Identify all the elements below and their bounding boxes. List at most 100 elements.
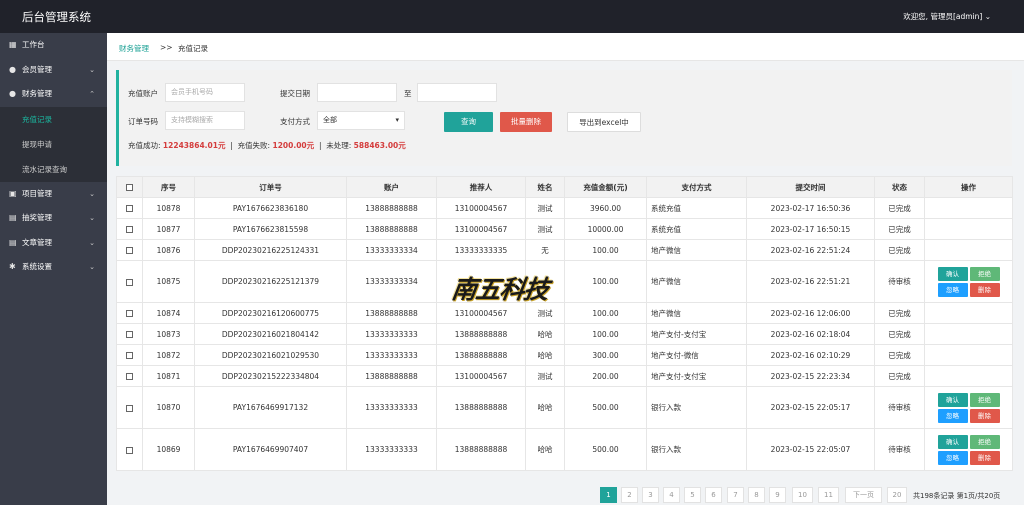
watermark-logo: 南五科技 [449, 275, 550, 304]
row-select-cell[interactable] [116, 428, 143, 471]
cell-time: 2023-02-17 16:50:36 [746, 197, 875, 219]
sidebar-item[interactable]: ▦ 工作台 [0, 33, 107, 58]
query-button[interactable]: 查询 [444, 112, 493, 132]
table-row: 10877 PAY1676623815598 13888888888 13100004… [116, 218, 1013, 240]
row-select-cell[interactable] [116, 386, 143, 429]
breadcrumb: 财务管理 >> 充值记录 [107, 33, 1024, 61]
cell-id: 10873 [142, 323, 195, 345]
cell-account: 13333333333 [346, 428, 437, 471]
cell-account: 13333333333 [346, 386, 437, 429]
ignore-button[interactable]: 忽略 [937, 282, 968, 297]
lottery-icon: ▤ [9, 213, 17, 222]
cell-time: 2023-02-16 02:10:29 [746, 344, 875, 366]
row-checkbox[interactable] [126, 331, 133, 338]
row-select-cell[interactable] [116, 197, 143, 219]
cell-amount: 200.00 [564, 365, 647, 387]
reject-button[interactable]: 拒绝 [969, 392, 1000, 407]
confirm-button[interactable]: 确认 [937, 392, 968, 407]
order-input[interactable]: 支持模糊搜索 [165, 111, 245, 130]
ignore-button[interactable]: 忽略 [937, 408, 968, 423]
row-select-cell[interactable] [116, 365, 143, 387]
member-icon: ● [9, 64, 16, 74]
sidebar-subitem[interactable]: 提现申请 [0, 132, 107, 157]
page-button[interactable]: 3 [642, 487, 659, 503]
cell-actions: 确认 拒绝 忽略 删除 [924, 260, 1013, 303]
row-select-cell[interactable] [116, 260, 143, 303]
page-button[interactable]: 10 [792, 487, 813, 503]
sidebar-item[interactable]: ▣ 项目管理 ⌄ [0, 182, 107, 207]
cell-method: 银行入款 [646, 386, 747, 429]
export-excel-button[interactable]: 导出到excel中 [567, 112, 641, 132]
select-all-checkbox[interactable] [126, 184, 133, 191]
user-menu[interactable]: 欢迎您, 管理员[admin] ⌄ [903, 11, 991, 22]
sidebar-item[interactable]: ▤ 抽奖管理 ⌄ [0, 206, 107, 231]
page-button[interactable]: 5 [684, 487, 701, 503]
row-select-cell[interactable] [116, 218, 143, 240]
cell-account: 13888888888 [346, 218, 437, 240]
sidebar-item[interactable]: ✱ 系统设置 ⌄ [0, 255, 107, 280]
reject-button[interactable]: 拒绝 [969, 266, 1000, 281]
row-checkbox[interactable] [126, 310, 133, 317]
sidebar-item[interactable]: ● 会员管理 ⌄ [0, 58, 107, 83]
delete-button[interactable]: 删除 [969, 408, 1000, 423]
row-select-cell[interactable] [116, 344, 143, 366]
date-to-input[interactable] [417, 83, 497, 102]
sidebar-subitem[interactable]: 流水记录查询 [0, 157, 107, 182]
row-checkbox[interactable] [126, 373, 133, 380]
dashboard-icon: ▦ [9, 40, 17, 49]
fail-value: 1200.00元 [272, 141, 315, 150]
cell-referrer: 13888888888 [436, 323, 526, 345]
confirm-button[interactable]: 确认 [937, 434, 968, 449]
row-checkbox[interactable] [126, 278, 133, 286]
select-all-header[interactable] [116, 176, 143, 198]
last-page-button[interactable]: 20 [887, 487, 907, 503]
table-row: 10872 DDP20230216021029530 13333333333 1388… [116, 344, 1013, 366]
page-button[interactable]: 7 [727, 487, 744, 503]
breadcrumb-parent[interactable]: 财务管理 [119, 43, 149, 54]
batch-delete-button[interactable]: 批量删除 [500, 112, 552, 132]
sidebar-item[interactable]: ▤ 文章管理 ⌄ [0, 231, 107, 256]
cell-actions [924, 197, 1013, 219]
row-select-cell[interactable] [116, 323, 143, 345]
page-button[interactable]: 8 [748, 487, 765, 503]
page-button[interactable]: 9 [769, 487, 786, 503]
confirm-button[interactable]: 确认 [937, 266, 968, 281]
table-row: 10875 DDP20230216225121379 13333333334 100.… [116, 260, 1013, 303]
page-button[interactable]: 11 [818, 487, 839, 503]
column-header: 订单号 [194, 176, 347, 198]
column-header: 状态 [874, 176, 925, 198]
pagination-summary: 共198条记录 第1页/共20页 [913, 492, 1001, 500]
row-checkbox[interactable] [126, 226, 133, 233]
row-select-cell[interactable] [116, 302, 143, 324]
cell-name: 测试 [525, 365, 565, 387]
cell-actions [924, 302, 1013, 324]
ignore-button[interactable]: 忽略 [937, 450, 968, 465]
row-checkbox[interactable] [126, 446, 133, 454]
page-button[interactable]: 2 [621, 487, 638, 503]
pay-method-select[interactable]: 全部 ▾ [317, 111, 405, 130]
reject-button[interactable]: 拒绝 [969, 434, 1000, 449]
sidebar-subitem[interactable]: 充值记录 [0, 107, 107, 132]
delete-button[interactable]: 删除 [969, 450, 1000, 465]
sidebar-item-label: 项目管理 [22, 188, 52, 198]
cell-name: 测试 [525, 218, 565, 240]
cell-time: 2023-02-16 12:06:00 [746, 302, 875, 324]
success-value: 12243864.01元 [162, 141, 226, 150]
row-select-cell[interactable] [116, 239, 143, 261]
row-checkbox[interactable] [126, 404, 133, 412]
page-button[interactable]: 4 [663, 487, 680, 503]
delete-button[interactable]: 删除 [969, 282, 1000, 297]
column-header: 操作 [924, 176, 1013, 198]
row-checkbox[interactable] [126, 352, 133, 359]
cell-id: 10872 [142, 344, 195, 366]
date-label: 提交日期 [280, 89, 310, 98]
page-button[interactable]: 6 [705, 487, 722, 503]
next-page-button[interactable]: 下一页 [845, 487, 882, 503]
sidebar-item[interactable]: ● 财务管理 ⌃ [0, 82, 107, 107]
page-button[interactable]: 1 [600, 487, 617, 503]
row-checkbox[interactable] [126, 247, 133, 254]
cell-referrer: 13888888888 [436, 386, 526, 429]
account-input[interactable]: 会员手机号码 [165, 83, 245, 102]
date-from-input[interactable] [317, 83, 397, 102]
row-checkbox[interactable] [126, 205, 133, 212]
